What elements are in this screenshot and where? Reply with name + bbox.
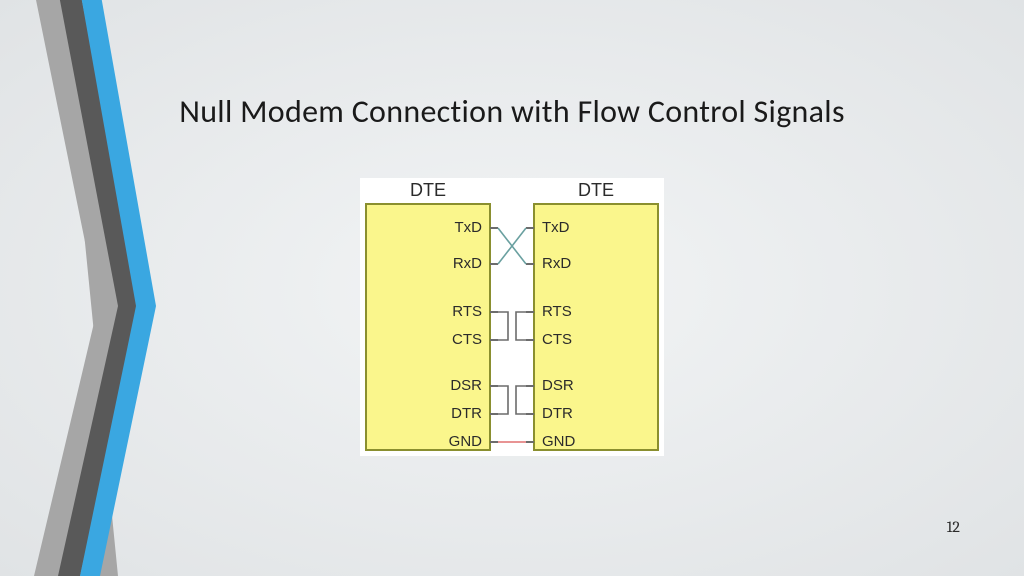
wire-rts-cts-loop-right xyxy=(516,312,526,340)
left-box-label: DTE xyxy=(410,180,446,200)
pin-label-dtr-left: DTR xyxy=(451,405,482,422)
pin-label-dsr-right: DSR xyxy=(542,377,574,394)
pin-label-dsr-left: DSR xyxy=(450,377,482,394)
pin-label-rts-left: RTS xyxy=(452,303,482,320)
wire-rts-cts-loop-left xyxy=(498,312,508,340)
pin-label-rts-right: RTS xyxy=(542,303,572,320)
pin-label-cts-left: CTS xyxy=(452,331,482,348)
pin-stubs xyxy=(490,228,534,442)
pin-label-rxd-right: RxD xyxy=(542,255,571,272)
pin-label-rxd-left: RxD xyxy=(453,255,482,272)
pin-label-cts-right: CTS xyxy=(542,331,572,348)
wire-dsr-dtr-loop-left xyxy=(498,386,508,414)
pin-label-txd-left: TxD xyxy=(455,219,483,236)
pin-label-gnd-left: GND xyxy=(449,433,483,450)
null-modem-diagram: DTE DTE TxD RxD RTS CTS DSR DTR GND TxD … xyxy=(360,178,664,456)
page-number: 12 xyxy=(947,518,960,536)
pin-label-dtr-right: DTR xyxy=(542,405,573,422)
right-box-label: DTE xyxy=(578,180,614,200)
pin-label-txd-right: TxD xyxy=(542,219,570,236)
page-title: Null Modem Connection with Flow Control … xyxy=(0,92,1024,131)
wire-dsr-dtr-loop-right xyxy=(516,386,526,414)
wire-txd-rxd-cross xyxy=(498,228,526,264)
pin-label-gnd-right: GND xyxy=(542,433,576,450)
